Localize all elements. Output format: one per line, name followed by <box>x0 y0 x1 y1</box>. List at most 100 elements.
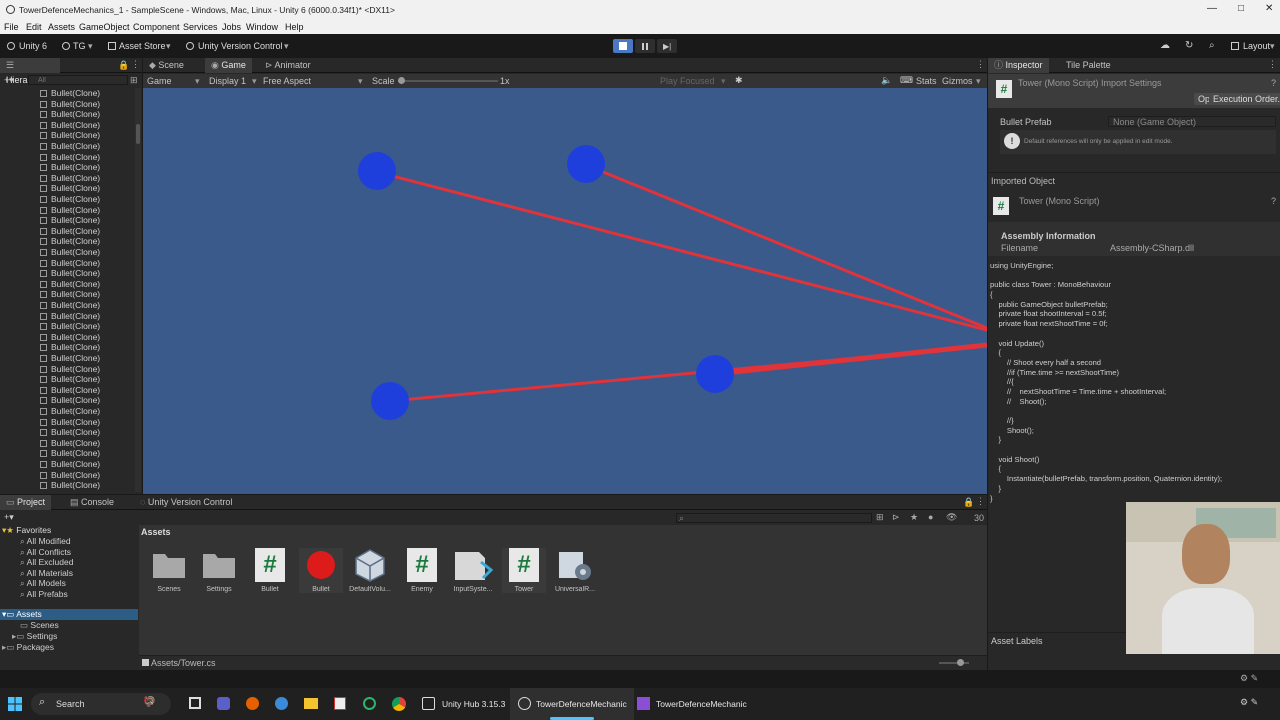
lock-icon[interactable]: 🔒 <box>963 497 974 508</box>
menu-gameobject[interactable]: GameObject <box>79 22 130 32</box>
icon-size-slider[interactable] <box>939 659 969 666</box>
asset-default-volume[interactable]: DefaultVolu... <box>348 548 392 593</box>
teams-icon[interactable] <box>217 697 230 710</box>
hierarchy-item[interactable]: Bullet(Clone) <box>40 152 100 163</box>
hierarchy-search-input[interactable] <box>28 75 128 85</box>
asset-scenes-folder[interactable]: Scenes <box>147 548 191 593</box>
scale-slider-knob[interactable] <box>398 77 405 84</box>
hierarchy-item[interactable]: Bullet(Clone) <box>40 374 100 385</box>
more-options-icon[interactable]: ⋮ <box>976 59 985 70</box>
scrollbar-thumb[interactable] <box>136 124 140 144</box>
help-icon[interactable]: ? <box>1271 196 1276 206</box>
tree-settings[interactable]: ▸▭ Settings <box>12 631 57 642</box>
game-mode-dropdown[interactable]: Game <box>147 76 172 86</box>
taskbar-unity-editor-active[interactable]: TowerDefenceMechanic <box>510 688 634 720</box>
tab-tile-palette[interactable]: Tile Palette <box>1060 58 1117 73</box>
tab-version-control[interactable]: ◌ Unity Version Control <box>134 495 238 510</box>
hierarchy-item[interactable]: Bullet(Clone) <box>40 194 100 205</box>
help-icon[interactable]: ? <box>1271 78 1276 88</box>
pause-button[interactable] <box>635 39 655 53</box>
hierarchy-item[interactable]: Bullet(Clone) <box>40 364 100 375</box>
bug-icon[interactable]: ✱ <box>735 75 743 86</box>
copilot-icon[interactable] <box>275 697 288 710</box>
hierarchy-item[interactable]: Bullet(Clone) <box>40 311 100 322</box>
asset-input-system[interactable]: InputSyste... <box>451 548 495 593</box>
windows-start-icon[interactable] <box>8 697 22 711</box>
hierarchy-item[interactable]: Bullet(Clone) <box>40 205 100 216</box>
project-search-input[interactable]: ⌕ <box>676 513 872 523</box>
step-button[interactable]: ▶| <box>657 39 677 53</box>
hierarchy-item[interactable]: Bullet(Clone) <box>40 236 100 247</box>
chrome-icon[interactable] <box>392 697 406 711</box>
menu-window[interactable]: Window <box>246 22 278 32</box>
asset-store-button[interactable]: Asset Store <box>119 41 166 51</box>
hierarchy-item[interactable]: Bullet(Clone) <box>40 88 100 99</box>
hierarchy-scrollbar[interactable] <box>135 88 141 492</box>
favorite-item[interactable]: ⌕ All Conflicts <box>20 547 71 558</box>
assets-breadcrumb[interactable]: Assets <box>141 527 171 537</box>
menu-jobs[interactable]: Jobs <box>222 22 241 32</box>
hierarchy-item[interactable]: Bullet(Clone) <box>40 448 100 459</box>
menu-assets[interactable]: Assets <box>48 22 75 32</box>
hierarchy-item[interactable]: Bullet(Clone) <box>40 130 100 141</box>
task-view-icon[interactable] <box>189 697 201 709</box>
more-options-icon[interactable]: ⋮ <box>976 496 985 507</box>
tab-project[interactable]: ▭ Project <box>0 495 52 510</box>
bullet-prefab-field[interactable]: None (Game Object) <box>1108 116 1276 127</box>
hierarchy-item[interactable]: Bullet(Clone) <box>40 289 100 300</box>
minimize-button[interactable]: — <box>1207 3 1217 14</box>
hierarchy-item[interactable]: Bullet(Clone) <box>40 300 100 311</box>
tree-scenes[interactable]: ▭ Scenes <box>20 620 59 631</box>
unity-version-label[interactable]: Unity 6 <box>19 41 47 51</box>
taskbar-search[interactable]: ⌕ Search 🦃 <box>31 693 171 715</box>
hierarchy-item[interactable]: Bullet(Clone) <box>40 470 100 481</box>
favorites-label[interactable]: ▾★ Favorites <box>2 525 51 536</box>
menu-component[interactable]: Component <box>133 22 180 32</box>
tree-assets-selected[interactable]: ▾▭ Assets <box>0 609 138 620</box>
search-by-type-icon[interactable]: ⊞ <box>876 512 884 523</box>
filter-icon[interactable]: ⊞ <box>130 75 138 86</box>
mute-audio-icon[interactable]: 🔈 <box>881 75 892 86</box>
layout-dropdown[interactable]: Layout <box>1243 41 1270 51</box>
hierarchy-item[interactable]: Bullet(Clone) <box>40 268 100 279</box>
hierarchy-item[interactable]: Bullet(Clone) <box>40 321 100 332</box>
hierarchy-item[interactable]: Bullet(Clone) <box>40 480 100 491</box>
hierarchy-item[interactable]: Bullet(Clone) <box>40 141 100 152</box>
asset-universal-rp[interactable]: UniversalR... <box>553 548 597 593</box>
hierarchy-item[interactable]: Bullet(Clone) <box>40 173 100 184</box>
tab-scene[interactable]: ◆ Scene <box>143 58 190 73</box>
add-icon[interactable]: +▾ <box>4 512 14 523</box>
favorite-search-icon[interactable]: ★ <box>910 512 918 523</box>
hierarchy-item[interactable]: Bullet(Clone) <box>40 438 100 449</box>
hierarchy-item[interactable]: Bullet(Clone) <box>40 162 100 173</box>
favorite-item[interactable]: ⌕ All Excluded <box>20 557 73 568</box>
hierarchy-item[interactable]: Bullet(Clone) <box>40 226 100 237</box>
maximize-button[interactable]: □ <box>1238 3 1244 14</box>
hierarchy-item[interactable]: Bullet(Clone) <box>40 279 100 290</box>
tab-console[interactable]: ▤ Console <box>64 495 120 510</box>
play-focused-dropdown[interactable]: Play Focused <box>660 76 715 86</box>
hierarchy-item[interactable]: Bullet(Clone) <box>40 258 100 269</box>
gizmos-button[interactable]: Gizmos <box>942 76 973 86</box>
asset-bullet-script[interactable]: # Bullet <box>248 548 292 593</box>
account-button[interactable]: TG <box>73 41 86 51</box>
execution-order-button[interactable]: Execution Order... <box>1209 93 1280 105</box>
hierarchy-item[interactable]: Bullet(Clone) <box>40 342 100 353</box>
favorite-item[interactable]: ⌕ All Prefabs <box>20 589 68 600</box>
hierarchy-item[interactable]: Bullet(Clone) <box>40 385 100 396</box>
hierarchy-item[interactable]: Bullet(Clone) <box>40 183 100 194</box>
more-options-icon[interactable]: ⋮ <box>131 59 140 70</box>
lock-icon[interactable]: 🔒 <box>118 60 129 71</box>
hierarchy-item[interactable]: Bullet(Clone) <box>40 459 100 470</box>
tree-packages[interactable]: ▸▭ Packages <box>2 642 54 653</box>
hierarchy-item[interactable]: Bullet(Clone) <box>40 215 100 226</box>
hierarchy-item[interactable]: Bullet(Clone) <box>40 332 100 343</box>
scale-slider[interactable] <box>398 77 498 84</box>
display-dropdown[interactable]: Display 1 <box>209 76 246 86</box>
version-control-button[interactable]: Unity Version Control <box>198 41 283 51</box>
snipping-tool-icon[interactable] <box>334 697 346 710</box>
asset-settings-folder[interactable]: Settings <box>197 548 241 593</box>
taskbar-visual-studio[interactable]: TowerDefenceMechanic <box>656 688 747 720</box>
add-icon[interactable]: +▾ <box>4 75 14 86</box>
stop-button[interactable] <box>613 39 633 53</box>
